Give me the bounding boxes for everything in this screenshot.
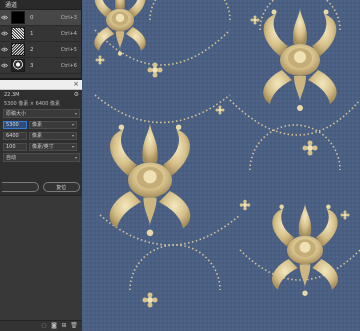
channel-thumbnail — [11, 59, 25, 72]
resample-select[interactable]: 自动 ▾ — [3, 153, 80, 162]
channel-name: 3 — [30, 62, 34, 69]
close-icon[interactable]: × — [73, 81, 79, 88]
preset-value: 原稿大小 — [6, 111, 27, 117]
dimensions-value: 5300 像素 × 6400 像素 — [4, 101, 60, 107]
photoshop-workspace: 通道 0 Ctrl+3 1 Ctrl+4 2 Ctrl+5 3 Ctrl+6 ×… — [0, 0, 360, 331]
width-input[interactable]: 5300 — [3, 120, 27, 129]
channel-shortcut: Ctrl+6 — [60, 62, 77, 69]
height-input[interactable]: 6400 — [3, 131, 27, 140]
channel-thumbnail — [11, 11, 25, 24]
channel-shortcut: Ctrl+4 — [60, 30, 77, 37]
chevron-down-icon: ▾ — [71, 133, 74, 138]
channels-panel-title: 通道 — [5, 2, 18, 9]
channel-thumbnail — [11, 43, 25, 56]
channel-name: 0 — [30, 14, 34, 21]
channel-shortcut: Ctrl+5 — [60, 46, 77, 53]
channel-row[interactable]: 3 Ctrl+6 — [0, 58, 81, 74]
channels-panel: 通道 0 Ctrl+3 1 Ctrl+4 2 Ctrl+5 3 Ctrl+6 — [0, 0, 82, 78]
reset-button[interactable]: 复位 — [42, 182, 80, 192]
layers-panel-area: ◌ ◙ ⊞ 🗑 — [0, 195, 82, 331]
channel-name: 1 — [30, 30, 34, 37]
channel-shortcut: Ctrl+3 — [60, 14, 77, 21]
gear-icon[interactable]: ⚙ — [74, 91, 79, 98]
eye-icon[interactable] — [0, 42, 9, 58]
channel-row[interactable]: 0 Ctrl+3 — [0, 10, 81, 26]
file-size-value: 22.3M — [4, 91, 20, 98]
cancel-button[interactable] — [2, 182, 39, 192]
width-unit-select[interactable]: 像素 ▾ — [29, 120, 77, 129]
image-size-dialog: × 22.3M ⚙ 5300 像素 × 6400 像素 原稿大小 ▾ 5300 … — [0, 78, 82, 195]
dimensions-row: 5300 像素 × 6400 像素 — [0, 99, 82, 108]
resolution-unit-value: 像素/英寸 — [32, 144, 54, 150]
new-channel-icon[interactable]: ⊞ — [61, 323, 67, 329]
chevron-down-icon: ▾ — [74, 111, 77, 116]
chevron-down-icon: ▾ — [71, 122, 74, 127]
eye-icon[interactable] — [0, 58, 9, 74]
load-selection-icon[interactable]: ◌ — [41, 323, 47, 329]
height-row: 6400 像素 ▾ — [0, 130, 82, 141]
preset-select[interactable]: 原稿大小 ▾ — [3, 109, 80, 118]
dialog-title-bar[interactable]: × — [0, 80, 82, 90]
resolution-unit-select[interactable]: 像素/英寸 ▾ — [29, 142, 77, 151]
width-row: 5300 像素 ▾ — [0, 119, 82, 130]
height-unit-select[interactable]: 像素 ▾ — [29, 131, 77, 140]
eye-icon[interactable] — [0, 26, 9, 42]
resample-value: 自动 — [6, 155, 17, 161]
save-selection-icon[interactable]: ◙ — [51, 323, 57, 329]
channel-row[interactable]: 1 Ctrl+4 — [0, 26, 81, 42]
eye-icon[interactable] — [0, 10, 9, 26]
channel-name: 2 — [30, 46, 34, 53]
chevron-down-icon: ▾ — [74, 155, 77, 160]
chevron-down-icon: ▾ — [71, 144, 74, 149]
channels-panel-header[interactable]: 通道 — [0, 0, 81, 10]
dialog-buttons: 复位 — [0, 182, 82, 193]
resolution-row: 100 像素/英寸 ▾ — [0, 141, 82, 152]
width-unit-value: 像素 — [32, 122, 43, 128]
channel-row[interactable]: 2 Ctrl+5 — [0, 42, 81, 58]
channel-thumbnail — [11, 27, 25, 40]
panel-footer-toolbar: ◌ ◙ ⊞ 🗑 — [0, 320, 82, 331]
delete-icon[interactable]: 🗑 — [70, 323, 78, 329]
height-unit-value: 像素 — [32, 133, 43, 139]
resolution-input[interactable]: 100 — [3, 142, 27, 151]
file-size-row: 22.3M ⚙ — [0, 90, 82, 99]
